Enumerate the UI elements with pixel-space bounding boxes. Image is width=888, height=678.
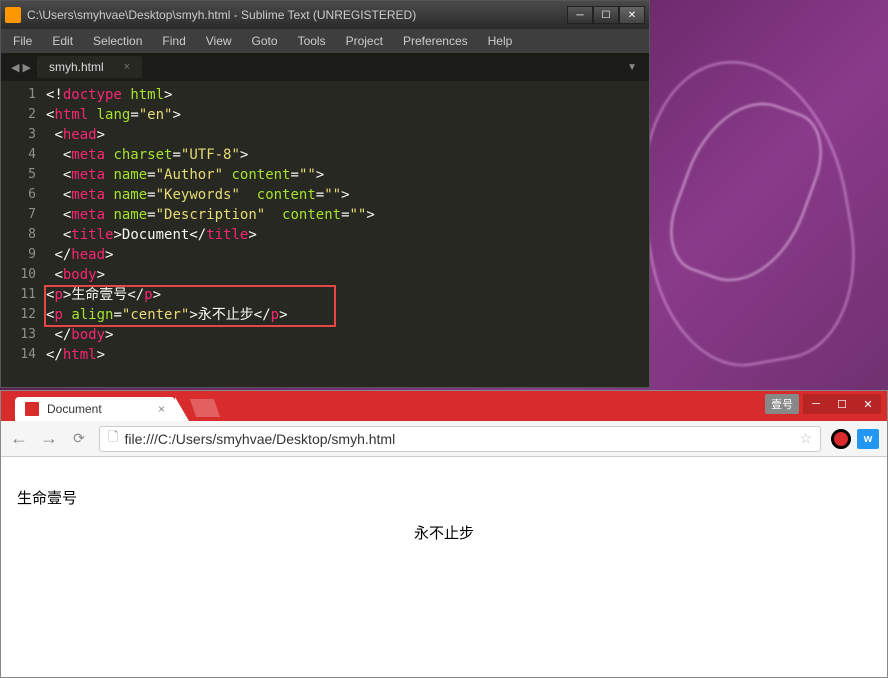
tab-dropdown-icon[interactable]: ▼ — [619, 62, 645, 73]
browser-toolbar: ← → ⟳ 🗋 file:///C:/Users/smyhvae/Desktop… — [1, 421, 887, 457]
file-icon: 🗋 — [108, 428, 118, 450]
line-number: 11 — [1, 285, 36, 305]
bookmark-star-icon[interactable]: ☆ — [799, 430, 812, 447]
browser-tabstrip: Document × 壹号 ─ ☐ ✕ — [1, 391, 887, 421]
favicon — [25, 402, 39, 416]
browser-tab[interactable]: Document × — [15, 397, 175, 421]
close-button[interactable]: ✕ — [619, 6, 645, 24]
line-number: 12 — [1, 305, 36, 325]
menu-edit[interactable]: Edit — [42, 34, 83, 48]
menu-help[interactable]: Help — [478, 34, 523, 48]
url-text: file:///C:/Users/smyhvae/Desktop/smyh.ht… — [124, 431, 395, 447]
sublime-app-icon — [5, 7, 21, 23]
maximize-button[interactable]: ☐ — [593, 6, 619, 24]
menu-preferences[interactable]: Preferences — [393, 34, 478, 48]
menu-project[interactable]: Project — [336, 34, 393, 48]
sublime-window: C:\Users\smyhvae\Desktop\smyh.html - Sub… — [0, 0, 650, 388]
line-number: 14 — [1, 345, 36, 365]
paragraph-1: 生命壹号 — [17, 487, 871, 508]
line-gutter: 1 2 3 4 5 6 7 8 9 10 11 12 13 14 — [1, 81, 46, 387]
extension-icon[interactable]: w — [857, 429, 879, 449]
sublime-titlebar[interactable]: C:\Users\smyhvae\Desktop\smyh.html - Sub… — [1, 1, 649, 29]
line-number: 13 — [1, 325, 36, 345]
line-number: 9 — [1, 245, 36, 265]
tab-nav-arrows[interactable]: ◀ ▶ — [5, 61, 37, 74]
line-number: 10 — [1, 265, 36, 285]
tab-label: smyh.html — [49, 60, 104, 74]
extension-badge[interactable]: 壹号 — [765, 394, 799, 414]
editor-tab[interactable]: smyh.html × — [37, 56, 142, 78]
new-tab-button[interactable] — [190, 399, 221, 417]
forward-button[interactable]: → — [39, 428, 59, 449]
code-content[interactable]: <!doctype html> <html lang="en"> <head> … — [46, 81, 649, 387]
menu-view[interactable]: View — [196, 34, 242, 48]
line-number: 7 — [1, 205, 36, 225]
editor-area[interactable]: 1 2 3 4 5 6 7 8 9 10 11 12 13 14 <!docty… — [1, 81, 649, 387]
browser-tab-title: Document — [47, 402, 102, 416]
browser-viewport: 生命壹号 永不止步 — [1, 457, 887, 677]
line-number: 4 — [1, 145, 36, 165]
minimize-button[interactable]: ─ — [567, 6, 593, 24]
line-number: 1 — [1, 85, 36, 105]
line-number: 2 — [1, 105, 36, 125]
window-title: C:\Users\smyhvae\Desktop\smyh.html - Sub… — [27, 8, 567, 22]
reload-button[interactable]: ⟳ — [69, 430, 89, 447]
menu-selection[interactable]: Selection — [83, 34, 152, 48]
address-bar[interactable]: 🗋 file:///C:/Users/smyhvae/Desktop/smyh.… — [99, 426, 821, 452]
line-number: 3 — [1, 125, 36, 145]
line-number: 5 — [1, 165, 36, 185]
menu-tools[interactable]: Tools — [288, 34, 336, 48]
line-number: 8 — [1, 225, 36, 245]
menu-file[interactable]: File — [3, 34, 42, 48]
browser-close-button[interactable]: ✕ — [855, 394, 881, 414]
sublime-menubar: File Edit Selection Find View Goto Tools… — [1, 29, 649, 53]
tab-close-icon[interactable]: × — [124, 61, 130, 73]
menu-find[interactable]: Find — [152, 34, 195, 48]
browser-window: Document × 壹号 ─ ☐ ✕ ← → ⟳ 🗋 file:///C:/U… — [0, 390, 888, 678]
tab-close-icon[interactable]: × — [158, 402, 165, 416]
browser-minimize-button[interactable]: ─ — [803, 394, 829, 414]
opera-icon[interactable] — [831, 429, 851, 449]
paragraph-2-centered: 永不止步 — [17, 522, 871, 543]
menu-goto[interactable]: Goto — [242, 34, 288, 48]
back-button[interactable]: ← — [9, 428, 29, 449]
sublime-tabbar: ◀ ▶ smyh.html × ▼ — [1, 53, 649, 81]
line-number: 6 — [1, 185, 36, 205]
browser-maximize-button[interactable]: ☐ — [829, 394, 855, 414]
